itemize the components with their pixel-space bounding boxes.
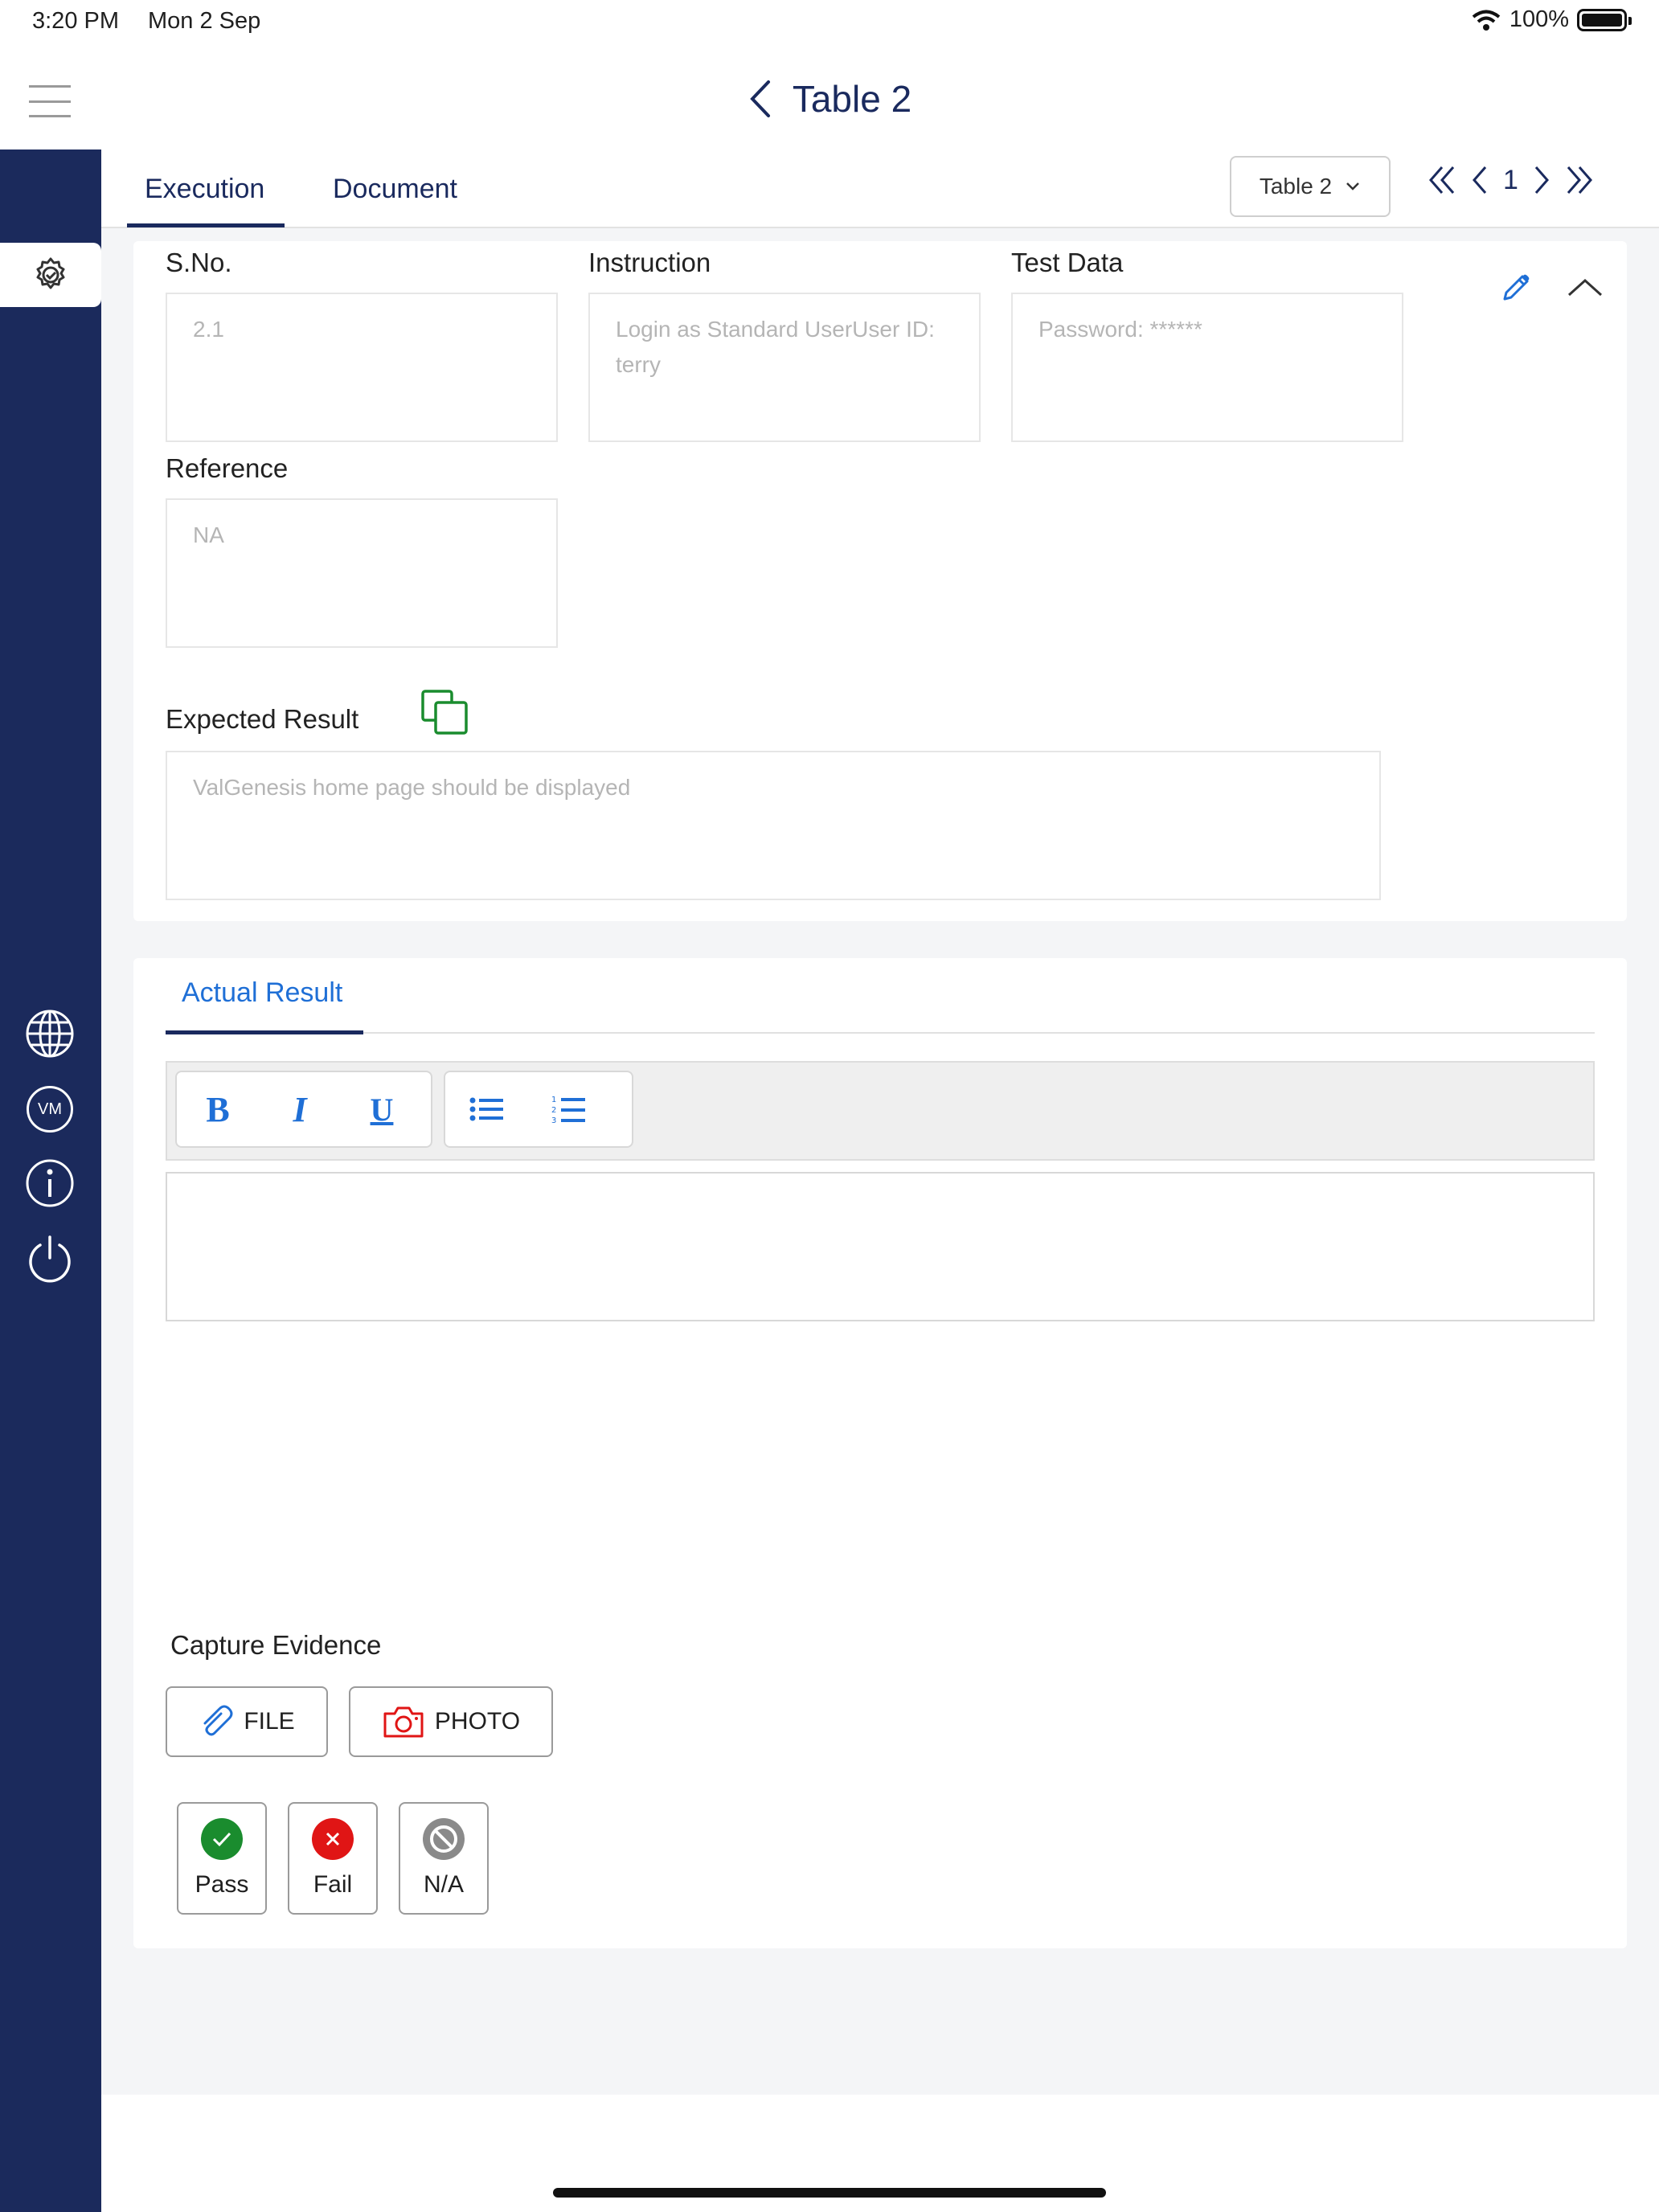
pass-button[interactable]: Pass — [177, 1802, 267, 1915]
table-select-value: Table 2 — [1259, 174, 1333, 199]
tabs-bar: Execution Document Table 2 1 — [101, 150, 1659, 228]
left-sidebar: VM — [0, 150, 101, 2212]
first-page-icon[interactable] — [1428, 164, 1456, 196]
reference-label: Reference — [166, 453, 289, 483]
battery-icon — [1577, 8, 1632, 31]
next-page-icon[interactable] — [1533, 164, 1550, 196]
tab-active-indicator — [127, 223, 285, 227]
prev-page-icon[interactable] — [1471, 164, 1489, 196]
chevron-down-icon — [1345, 181, 1361, 192]
rich-text-toolbar: B I U 1 23 — [166, 1061, 1595, 1161]
x-icon — [312, 1818, 354, 1860]
page-number: 1 — [1503, 164, 1518, 195]
tab-divider — [166, 1032, 1595, 1034]
sno-field: 2.1 — [166, 293, 558, 442]
expected-result-field: ValGenesis home page should be displayed — [166, 751, 1381, 900]
actual-result-editor[interactable] — [166, 1172, 1595, 1321]
battery-percent: 100% — [1509, 6, 1569, 32]
power-icon[interactable] — [24, 1233, 76, 1284]
svg-text:1: 1 — [551, 1096, 556, 1104]
paperclip-icon — [199, 1704, 234, 1739]
check-icon — [201, 1818, 243, 1860]
italic-button[interactable]: I — [259, 1072, 341, 1146]
nav-title-group: Table 2 — [0, 77, 1659, 121]
vm-avatar[interactable]: VM — [24, 1083, 76, 1135]
format-button-group: B I U — [175, 1071, 432, 1148]
edit-pencil-icon[interactable] — [1498, 270, 1534, 305]
sno-label: S.No. — [166, 248, 232, 277]
reference-field: NA — [166, 498, 558, 648]
table-select-dropdown[interactable]: Table 2 — [1230, 156, 1391, 217]
wifi-icon — [1471, 9, 1501, 31]
photo-button-label: PHOTO — [434, 1708, 521, 1735]
photo-button[interactable]: PHOTO — [349, 1686, 553, 1757]
pager: 1 — [1428, 164, 1594, 196]
gear-check-icon — [31, 255, 71, 295]
vm-badge: VM — [27, 1086, 73, 1133]
collapse-chevron-icon[interactable] — [1566, 276, 1604, 300]
card-actions — [1498, 270, 1604, 305]
actual-result-tab-indicator — [166, 1030, 363, 1034]
status-bar: 3:20 PM Mon 2 Sep 100% — [0, 0, 1659, 45]
home-indicator — [553, 2188, 1106, 2198]
not-applicable-icon — [423, 1818, 465, 1860]
file-button-label: FILE — [244, 1708, 295, 1735]
bullet-list-button[interactable] — [445, 1072, 527, 1146]
svg-text:2: 2 — [551, 1106, 556, 1115]
capture-evidence-label: Capture Evidence — [170, 1630, 382, 1660]
actual-result-card: Actual Result B I U 1 23 Capture Evidence… — [133, 958, 1627, 1948]
camera-icon — [382, 1704, 425, 1739]
copy-icon[interactable] — [420, 688, 471, 736]
bold-button[interactable]: B — [177, 1072, 259, 1146]
tab-execution[interactable]: Execution — [145, 174, 264, 205]
tab-document[interactable]: Document — [333, 174, 457, 205]
na-label: N/A — [423, 1871, 464, 1898]
expected-result-label: Expected Result — [166, 704, 359, 734]
back-chevron-icon[interactable] — [748, 79, 772, 119]
status-time: 3:20 PM — [32, 8, 119, 34]
last-page-icon[interactable] — [1565, 164, 1594, 196]
status-date: Mon 2 Sep — [148, 8, 261, 34]
fail-label: Fail — [313, 1871, 353, 1898]
numbered-list-icon: 1 23 — [551, 1094, 586, 1124]
pass-label: Pass — [195, 1871, 249, 1898]
test-data-label: Test Data — [1011, 248, 1124, 277]
instruction-label: Instruction — [588, 248, 711, 277]
svg-text:3: 3 — [551, 1116, 556, 1124]
numbered-list-button[interactable]: 1 23 — [527, 1072, 609, 1146]
step-details-card: S.No. 2.1 Instruction Login as Standard … — [133, 241, 1627, 921]
status-right: 100% — [1471, 6, 1632, 33]
main-content: Execution Document Table 2 1 S.No. 2.1 I… — [101, 150, 1659, 2095]
tab-actual-result[interactable]: Actual Result — [182, 977, 342, 1009]
bullet-list-icon — [469, 1096, 504, 1123]
fail-button[interactable]: Fail — [288, 1802, 378, 1915]
nav-bar: Table 2 — [0, 45, 1659, 150]
page-title: Table 2 — [792, 78, 912, 120]
list-button-group: 1 23 — [444, 1071, 633, 1148]
sidebar-item-execution[interactable] — [0, 243, 101, 307]
test-data-field: Password: ****** — [1011, 293, 1403, 442]
globe-icon[interactable] — [24, 1008, 76, 1059]
file-button[interactable]: FILE — [166, 1686, 328, 1757]
underline-button[interactable]: U — [341, 1072, 423, 1146]
instruction-field: Login as Standard UserUser ID: terry — [588, 293, 981, 442]
info-icon[interactable] — [24, 1157, 76, 1209]
na-button[interactable]: N/A — [399, 1802, 489, 1915]
